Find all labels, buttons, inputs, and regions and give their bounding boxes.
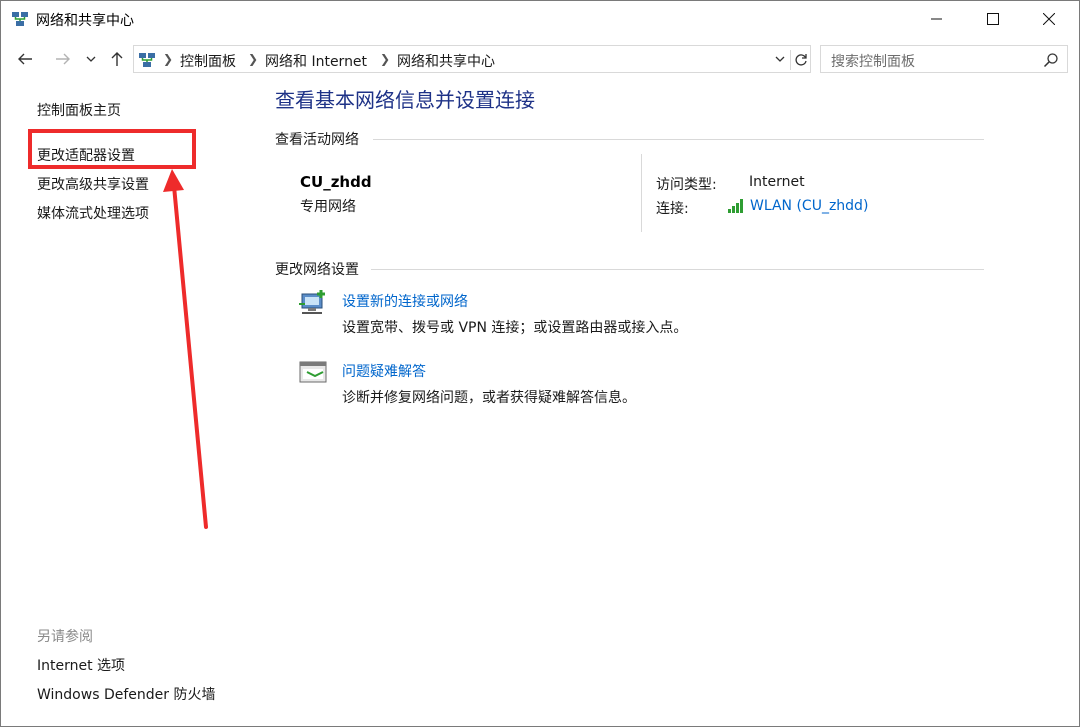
search-input[interactable]: 搜索控制面板 <box>831 51 915 71</box>
network-sharing-center-window: 网络和共享中心 ❯ 控制面板 ❯ 网络和 Internet ❯ 网络和共享中心 … <box>0 0 1080 727</box>
breadcrumb-control-panel[interactable]: 控制面板 <box>180 51 236 71</box>
breadcrumb-network-sharing-center[interactable]: 网络和共享中心 <box>397 51 495 71</box>
up-button[interactable] <box>107 47 127 71</box>
network-category[interactable]: 专用网络 <box>300 196 356 216</box>
title-bar: 网络和共享中心 <box>1 1 1079 37</box>
wifi-signal-icon <box>727 198 745 214</box>
network-name: CU_zhdd <box>300 173 372 191</box>
annotation-highlight-box <box>28 129 196 169</box>
setup-connection-link[interactable]: 设置新的连接或网络 <box>342 291 468 311</box>
network-setup-icon <box>299 289 329 317</box>
access-type-value: Internet <box>749 174 805 190</box>
troubleshoot-icon <box>299 359 329 387</box>
change-settings-heading: 更改网络设置 <box>275 262 359 278</box>
forward-arrow-icon <box>56 53 70 65</box>
search-box[interactable]: 搜索控制面板 <box>820 45 1068 73</box>
address-bar[interactable]: ❯ 控制面板 ❯ 网络和 Internet ❯ 网络和共享中心 <box>133 45 811 73</box>
section-divider <box>371 269 984 270</box>
setup-connection-desc: 设置宽带、拨号或 VPN 连接；或设置路由器或接入点。 <box>342 320 688 336</box>
access-type-label: 访问类型: <box>656 177 717 193</box>
breadcrumb-network-internet[interactable]: 网络和 Internet <box>265 51 367 71</box>
minimize-icon <box>931 18 942 20</box>
section-divider <box>373 139 984 140</box>
chevron-right-icon: ❯ <box>248 52 259 66</box>
network-app-icon <box>11 10 29 28</box>
close-button[interactable] <box>1019 1 1079 37</box>
chevron-down-icon <box>775 56 785 62</box>
maximize-icon <box>987 13 999 25</box>
minimize-button[interactable] <box>907 1 967 37</box>
address-dropdown-button[interactable] <box>772 51 788 67</box>
connections-label: 连接: <box>656 201 689 217</box>
chevron-down-icon <box>86 56 96 62</box>
page-title: 查看基本网络信息并设置连接 <box>275 88 535 112</box>
see-also-firewall[interactable]: Windows Defender 防火墙 <box>37 684 215 704</box>
sidebar-home-link[interactable]: 控制面板主页 <box>37 100 121 120</box>
chevron-right-icon: ❯ <box>163 52 174 66</box>
search-icon[interactable] <box>1043 52 1059 68</box>
up-arrow-icon <box>111 52 123 66</box>
active-networks-heading: 查看活动网络 <box>275 132 359 148</box>
maximize-button[interactable] <box>963 1 1023 37</box>
control-panel-icon <box>138 51 156 69</box>
sidebar-item-advanced-sharing[interactable]: 更改高级共享设置 <box>37 174 149 194</box>
troubleshoot-link[interactable]: 问题疑难解答 <box>342 361 426 381</box>
close-icon <box>1043 13 1055 25</box>
sidebar-item-media-streaming[interactable]: 媒体流式处理选项 <box>37 203 149 223</box>
refresh-icon <box>795 54 807 66</box>
see-also-internet-options[interactable]: Internet 选项 <box>37 655 125 675</box>
vertical-divider <box>641 154 642 232</box>
chevron-right-icon: ❯ <box>380 52 391 66</box>
window-title: 网络和共享中心 <box>36 13 134 29</box>
see-also-heading: 另请参阅 <box>37 629 93 645</box>
refresh-button[interactable] <box>790 50 811 70</box>
recent-locations-button[interactable] <box>83 47 99 71</box>
troubleshoot-desc: 诊断并修复网络问题，或者获得疑难解答信息。 <box>342 390 636 406</box>
forward-button[interactable] <box>51 47 75 71</box>
back-button[interactable] <box>13 47 37 71</box>
wlan-connection-link[interactable]: WLAN (CU_zhdd) <box>750 198 868 214</box>
back-arrow-icon <box>18 53 32 65</box>
